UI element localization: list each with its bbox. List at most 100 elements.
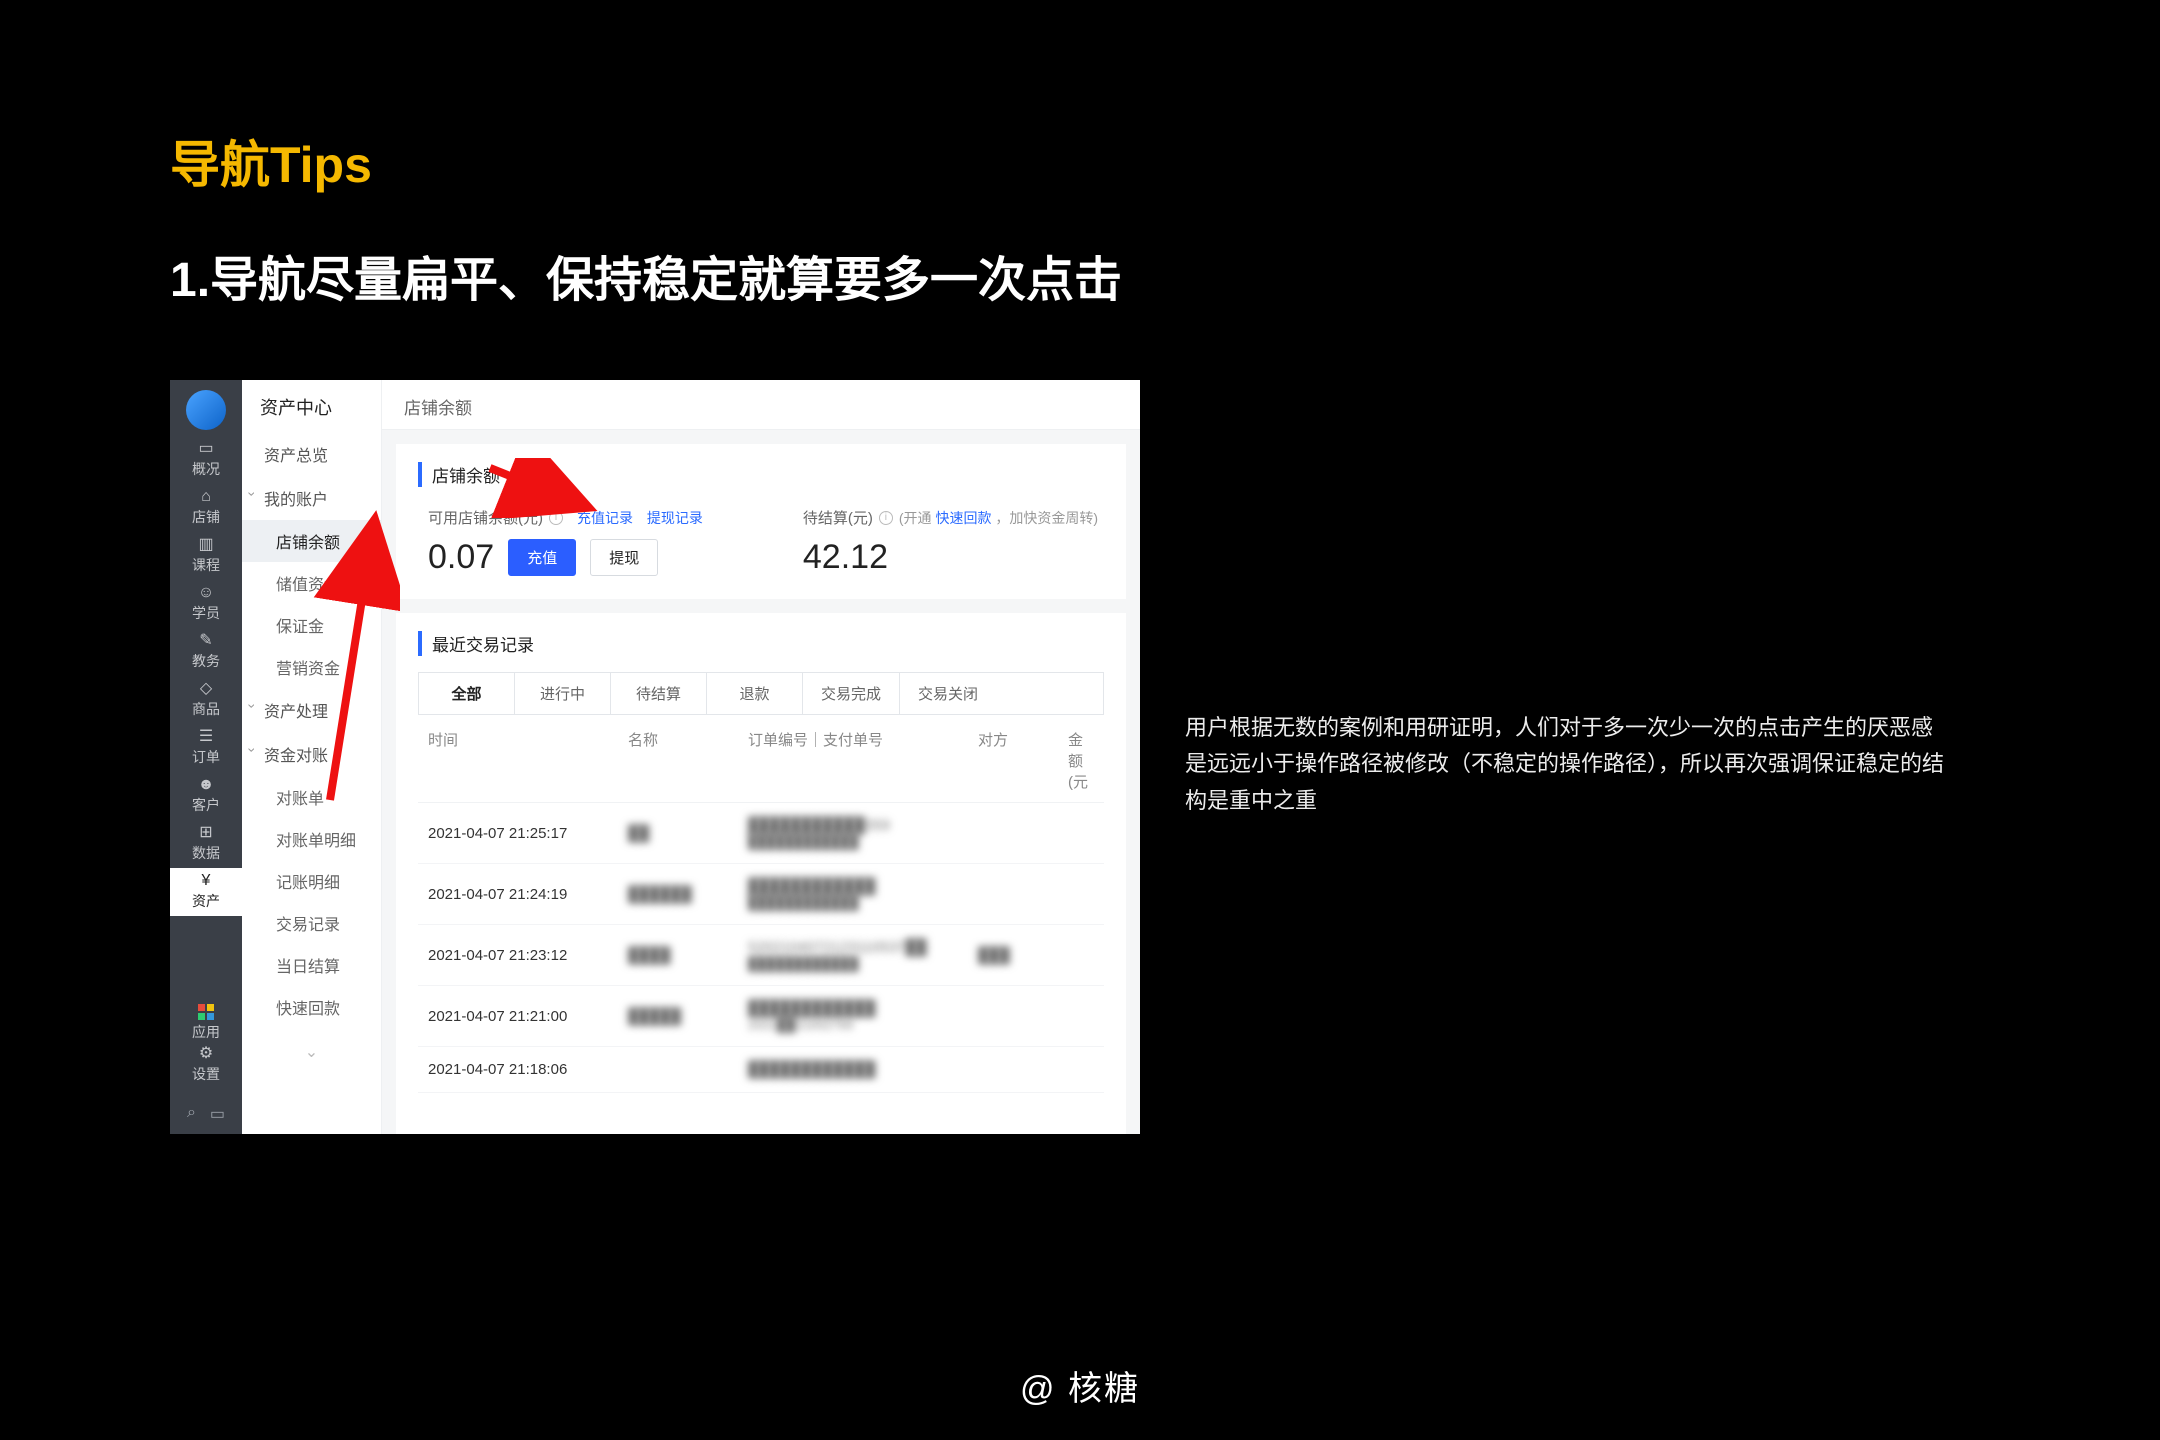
pending-balance-label: 待结算(元) bbox=[803, 507, 873, 528]
subnav-group[interactable]: 资产处理 bbox=[242, 688, 381, 732]
subnav-item[interactable]: 交易记录 bbox=[242, 902, 381, 944]
subnav-group[interactable]: 资金对账 bbox=[242, 732, 381, 776]
main-area: 店铺余额 店铺余额 可用店铺余额(元) i 充值记录 提现记录 0.07 bbox=[382, 380, 1140, 1134]
nav-label: 教务 bbox=[192, 651, 220, 671]
transactions-panel: 最近交易记录 全部进行中待结算退款交易完成交易关闭 时间 名称 订单编号｜支付单… bbox=[396, 613, 1126, 1134]
balance-panel: 店铺余额 可用店铺余额(元) i 充值记录 提现记录 0.07 充值 提现 bbox=[396, 444, 1126, 599]
subnav-item[interactable]: 储值资金 bbox=[242, 562, 381, 604]
col-amount: 金额(元 bbox=[1064, 729, 1098, 792]
nav-icon: ☺ bbox=[198, 585, 214, 601]
tab[interactable]: 退款 bbox=[707, 673, 803, 714]
table-row[interactable]: 2021-04-07 21:24:19 █████████████████████… bbox=[418, 864, 1104, 925]
available-balance-value: 0.07 bbox=[428, 538, 494, 577]
table-header: 时间 名称 订单编号｜支付单号 对方 金额(元 bbox=[418, 715, 1104, 803]
rail-item-商品[interactable]: ◇ 商品 bbox=[170, 676, 242, 724]
nav-label: 数据 bbox=[192, 843, 220, 863]
rail-settings[interactable]: ⚙ 设置 bbox=[170, 1044, 242, 1086]
subnav-title: 资产中心 bbox=[242, 380, 381, 432]
nav-icon: ✎ bbox=[199, 633, 212, 649]
gear-icon: ⚙ bbox=[199, 1046, 213, 1062]
subnav-item[interactable]: 记账明细 bbox=[242, 860, 381, 902]
recharge-button[interactable]: 充值 bbox=[508, 539, 576, 576]
cell-name: █████ bbox=[624, 1008, 744, 1025]
cell-time: 2021-04-07 21:23:12 bbox=[424, 947, 624, 964]
subnav-item[interactable]: 快速回款 bbox=[242, 986, 381, 1028]
cell-time: 2021-04-07 21:21:00 bbox=[424, 1008, 624, 1025]
rail-item-数据[interactable]: ⊞数据 bbox=[170, 820, 242, 868]
nav-icon: ▭ bbox=[198, 441, 213, 457]
cell-name: ██ bbox=[624, 825, 744, 842]
nav-icon: ¥ bbox=[202, 873, 211, 889]
rail-item-资产[interactable]: ¥资产 bbox=[170, 868, 242, 916]
recharge-log-link[interactable]: 充值记录 bbox=[577, 510, 633, 526]
nav-icon: ◇ bbox=[200, 681, 212, 697]
rail-item-课程[interactable]: ▥ 课程 bbox=[170, 532, 242, 580]
tab[interactable]: 交易完成 bbox=[803, 673, 900, 714]
nav-icon: ☻ bbox=[198, 777, 215, 793]
rail-apps[interactable]: 应用 bbox=[170, 1002, 242, 1044]
subnav-item[interactable]: 保证金 bbox=[242, 604, 381, 646]
nav-label: 订单 bbox=[192, 747, 220, 767]
pending-balance-value: 42.12 bbox=[803, 538, 888, 577]
cell-time: 2021-04-07 21:18:06 bbox=[424, 1061, 624, 1078]
tab[interactable]: 交易关闭 bbox=[900, 673, 996, 714]
cell-order: 5202104072123110537██████████████ bbox=[744, 939, 974, 971]
breadcrumb: 店铺余额 bbox=[382, 380, 1140, 430]
withdraw-log-link[interactable]: 提现记录 bbox=[647, 510, 703, 526]
rail-item-客户[interactable]: ☻ 客户 bbox=[170, 772, 242, 820]
nav-label: 店铺 bbox=[192, 507, 220, 527]
balance-panel-title: 店铺余额 bbox=[418, 462, 1104, 487]
col-party: 对方 bbox=[974, 729, 1064, 792]
col-order: 订单编号｜支付单号 bbox=[744, 729, 974, 792]
rail-item-店铺[interactable]: ⌂ 店铺 bbox=[170, 484, 242, 532]
nav-label: 商品 bbox=[192, 699, 220, 719]
nav-icon: ☰ bbox=[199, 729, 213, 745]
info-icon[interactable]: i bbox=[879, 511, 893, 525]
subnav-item[interactable]: 店铺余额 bbox=[242, 520, 381, 562]
subnav-item[interactable]: 对账单明细 bbox=[242, 818, 381, 860]
col-name: 名称 bbox=[624, 729, 744, 792]
apps-icon bbox=[198, 1004, 214, 1020]
nav-label: 客户 bbox=[192, 795, 220, 815]
subnav-group[interactable]: 我的账户 bbox=[242, 476, 381, 520]
info-icon[interactable]: i bbox=[549, 511, 563, 525]
icon-rail: ▭概况 ⌂ 店铺 ▥ 课程 ☺ 学员 ✎ 教务 ◇ 商品 ☰ 订单 ☻ 客户 ⊞数据¥资产 应用 ⚙ 设置 ⌕… bbox=[170, 380, 242, 1134]
cell-order: ███████████059████████████ bbox=[744, 817, 974, 849]
available-balance-label: 可用店铺余额(元) bbox=[428, 507, 543, 528]
slide-footer: @ 核糖 bbox=[0, 1361, 2160, 1410]
subnav-item[interactable]: 营销资金 bbox=[242, 646, 381, 688]
avatar[interactable] bbox=[186, 390, 226, 430]
search-icon[interactable]: ⌕ bbox=[187, 1104, 196, 1124]
nav-label: 课程 bbox=[192, 555, 220, 575]
rail-item-订单[interactable]: ☰ 订单 bbox=[170, 724, 242, 772]
nav-icon: ▥ bbox=[198, 537, 213, 553]
chevron-down-icon[interactable]: ⌄ bbox=[242, 1028, 381, 1062]
subnav-overview[interactable]: 资产总览 bbox=[242, 432, 381, 476]
transactions-panel-title: 最近交易记录 bbox=[418, 631, 1104, 656]
table-row[interactable]: 2021-04-07 21:21:00█████████████████2021… bbox=[418, 986, 1104, 1047]
tab[interactable]: 进行中 bbox=[515, 673, 611, 714]
tab[interactable]: 全部 bbox=[419, 673, 515, 714]
nav-icon: ⌂ bbox=[201, 489, 211, 505]
subnav-item[interactable]: 当日结算 bbox=[242, 944, 381, 986]
slide-description: 用户根据无数的案例和用研证明，人们对于多一次少一次的点击产生的厌恶感是远远小于操… bbox=[1185, 710, 1945, 819]
app-screenshot: ▭概况 ⌂ 店铺 ▥ 课程 ☺ 学员 ✎ 教务 ◇ 商品 ☰ 订单 ☻ 客户 ⊞数据¥资产 应用 ⚙ 设置 ⌕… bbox=[170, 380, 1140, 1134]
table-row[interactable]: 2021-04-07 21:18:06 ████████████ bbox=[418, 1047, 1104, 1093]
cell-order: ████████████████████████ bbox=[744, 878, 974, 910]
rail-item-教务[interactable]: ✎ 教务 bbox=[170, 628, 242, 676]
fast-refund-link[interactable]: 快速回款 bbox=[935, 510, 991, 526]
withdraw-button[interactable]: 提现 bbox=[590, 539, 658, 576]
rail-item-概况[interactable]: ▭概况 bbox=[170, 436, 242, 484]
rail-item-学员[interactable]: ☺ 学员 bbox=[170, 580, 242, 628]
tab[interactable]: 待结算 bbox=[611, 673, 707, 714]
cell-party: ███ bbox=[974, 947, 1064, 964]
table-row[interactable]: 2021-04-07 21:25:17█████████████059█████… bbox=[418, 803, 1104, 864]
table-row[interactable]: 2021-04-07 21:23:12████52021040721231105… bbox=[418, 925, 1104, 986]
nav-label: 学员 bbox=[192, 603, 220, 623]
cell-time: 2021-04-07 21:24:19 bbox=[424, 886, 624, 903]
cell-name: ████ bbox=[624, 947, 744, 964]
cell-order: ████████████ bbox=[744, 1061, 974, 1078]
cell-time: 2021-04-07 21:25:17 bbox=[424, 825, 624, 842]
chat-icon[interactable]: ▭ bbox=[210, 1104, 225, 1124]
subnav-item[interactable]: 对账单 bbox=[242, 776, 381, 818]
